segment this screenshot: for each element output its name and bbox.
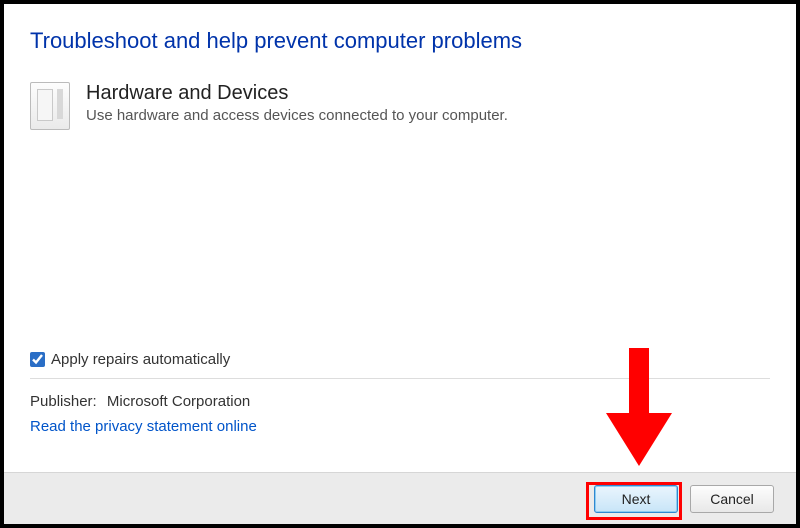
page-title: Troubleshoot and help prevent computer p…: [30, 28, 770, 54]
section-heading: Hardware and Devices: [86, 82, 508, 105]
lower-panel: Apply repairs automatically Publisher: M…: [30, 351, 770, 436]
divider: [30, 378, 770, 379]
troubleshooter-section: Hardware and Devices Use hardware and ac…: [30, 82, 770, 130]
button-bar: Next Cancel: [4, 472, 796, 524]
apply-repairs-checkbox[interactable]: [30, 352, 45, 367]
publisher-label: Publisher:: [30, 393, 97, 410]
section-description: Use hardware and access devices connecte…: [86, 107, 508, 124]
device-icon: [30, 82, 70, 130]
apply-repairs-label: Apply repairs automatically: [51, 351, 230, 368]
section-text: Hardware and Devices Use hardware and ac…: [86, 82, 508, 124]
apply-repairs-row[interactable]: Apply repairs automatically: [30, 351, 770, 368]
publisher-value: Microsoft Corporation: [107, 393, 250, 410]
content-area: Troubleshoot and help prevent computer p…: [30, 28, 770, 528]
next-button[interactable]: Next: [594, 485, 678, 513]
publisher-row: Publisher: Microsoft Corporation: [30, 393, 770, 410]
cancel-button[interactable]: Cancel: [690, 485, 774, 513]
privacy-link[interactable]: Read the privacy statement online: [30, 418, 257, 435]
